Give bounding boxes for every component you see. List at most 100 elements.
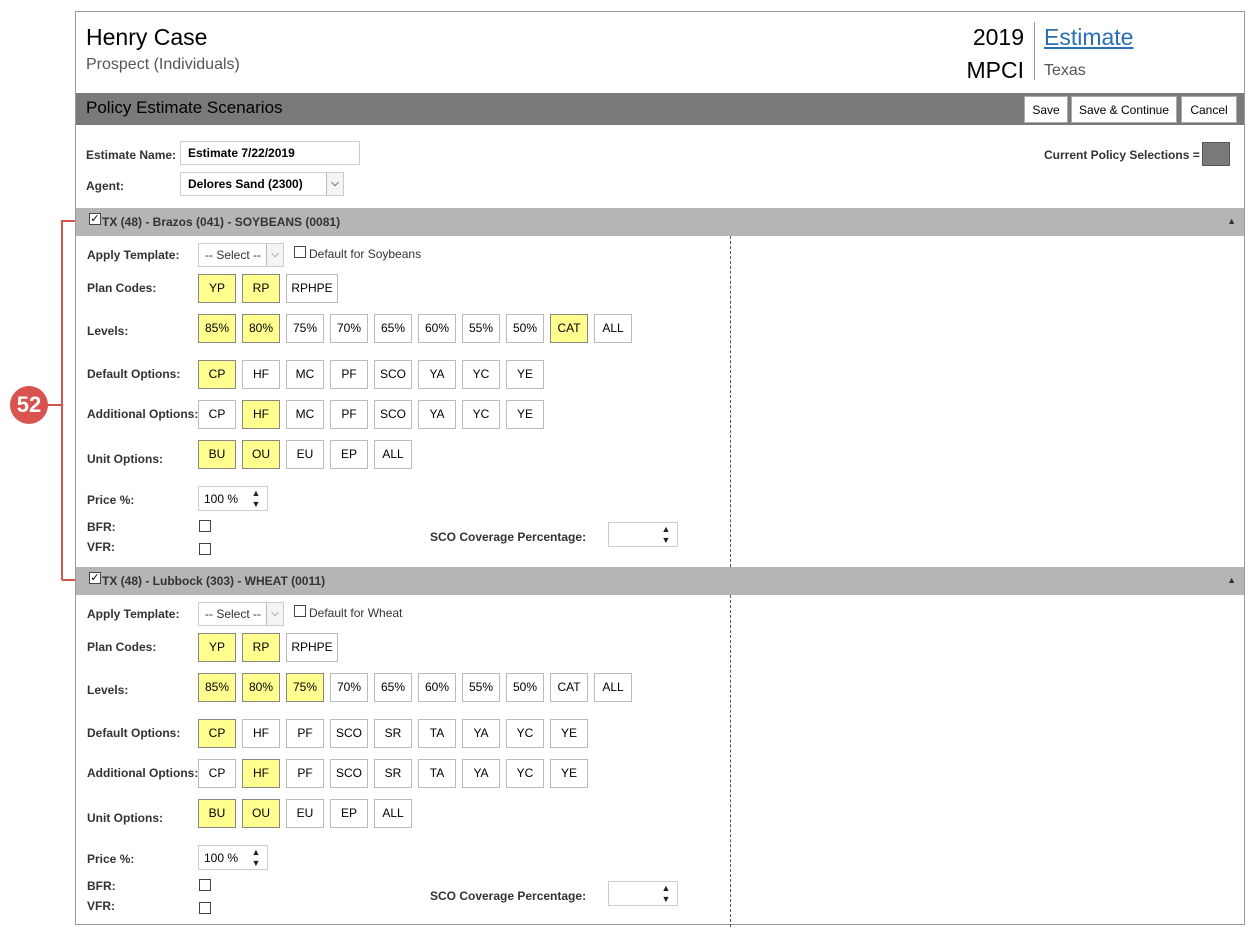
level-button[interactable]: CAT <box>550 314 588 343</box>
default-option-button[interactable]: PF <box>330 360 368 389</box>
template-select[interactable]: -- Select -- ⌵ <box>198 243 284 267</box>
bfr-checkbox[interactable] <box>199 879 211 891</box>
level-button[interactable]: 60% <box>418 673 456 702</box>
additional-option-button[interactable]: CP <box>198 759 236 788</box>
default-option-button[interactable]: YC <box>462 360 500 389</box>
unit-option-button[interactable]: BU <box>198 799 236 828</box>
default-option-button[interactable]: HF <box>242 719 280 748</box>
level-button[interactable]: 80% <box>242 314 280 343</box>
additional-option-button[interactable]: YC <box>462 400 500 429</box>
section-checkbox[interactable]: ✓ <box>89 213 101 225</box>
level-button[interactable]: 55% <box>462 673 500 702</box>
default-template-checkbox[interactable] <box>294 605 306 617</box>
additional-option-button[interactable]: HF <box>242 400 280 429</box>
plan-code-button[interactable]: YP <box>198 633 236 662</box>
save-continue-button[interactable]: Save & Continue <box>1071 96 1177 123</box>
additional-option-button[interactable]: YE <box>506 400 544 429</box>
sco-coverage-stepper[interactable]: ▲ ▼ <box>608 522 678 547</box>
level-button[interactable]: 70% <box>330 673 368 702</box>
additional-option-button[interactable]: SR <box>374 759 412 788</box>
default-option-button[interactable]: MC <box>286 360 324 389</box>
additional-option-button[interactable]: CP <box>198 400 236 429</box>
level-button[interactable]: 65% <box>374 314 412 343</box>
additional-option-button[interactable]: SCO <box>330 759 368 788</box>
plan-code-button[interactable]: RPHPE <box>286 633 338 662</box>
additional-option-button[interactable]: YA <box>418 400 456 429</box>
default-option-button[interactable]: YE <box>550 719 588 748</box>
template-select[interactable]: -- Select -- ⌵ <box>198 602 284 626</box>
additional-option-button[interactable]: YA <box>462 759 500 788</box>
chevron-down-icon: ⌵ <box>266 603 283 625</box>
additional-option-button[interactable]: SCO <box>374 400 412 429</box>
level-button[interactable]: CAT <box>550 673 588 702</box>
level-button[interactable]: 75% <box>286 314 324 343</box>
spinner-icon[interactable]: ▲ ▼ <box>655 882 677 906</box>
section-header[interactable]: ✓ TX (48) - Brazos (041) - SOYBEANS (0081… <box>76 208 1244 236</box>
plan-code-button[interactable]: RPHPE <box>286 274 338 303</box>
additional-option-button[interactable]: MC <box>286 400 324 429</box>
default-option-button[interactable]: YE <box>506 360 544 389</box>
default-option-button[interactable]: SCO <box>374 360 412 389</box>
price-stepper[interactable]: 100 % ▲ ▼ <box>198 486 268 511</box>
estimate-name-input[interactable]: Estimate 7/22/2019 <box>180 141 360 165</box>
default-option-button[interactable]: TA <box>418 719 456 748</box>
additional-option-button[interactable]: HF <box>242 759 280 788</box>
additional-option-button[interactable]: YE <box>550 759 588 788</box>
level-button[interactable]: 60% <box>418 314 456 343</box>
section-checkbox[interactable]: ✓ <box>89 572 101 584</box>
level-button[interactable]: 85% <box>198 673 236 702</box>
unit-option-button[interactable]: EP <box>330 440 368 469</box>
level-button[interactable]: ALL <box>594 314 632 343</box>
default-option-button[interactable]: HF <box>242 360 280 389</box>
additional-option-button[interactable]: TA <box>418 759 456 788</box>
default-option-button[interactable]: YC <box>506 719 544 748</box>
level-button[interactable]: 75% <box>286 673 324 702</box>
collapse-caret-icon[interactable]: ▲ <box>1227 216 1236 226</box>
plan-code-button[interactable]: RP <box>242 274 280 303</box>
spinner-icon[interactable]: ▲ ▼ <box>655 523 677 547</box>
spinner-icon[interactable]: ▲ ▼ <box>245 487 267 511</box>
level-button[interactable]: 50% <box>506 314 544 343</box>
unit-option-button[interactable]: ALL <box>374 799 412 828</box>
additional-option-button[interactable]: PF <box>286 759 324 788</box>
collapse-caret-icon[interactable]: ▲ <box>1227 575 1236 585</box>
level-button[interactable]: 50% <box>506 673 544 702</box>
default-template-checkbox[interactable] <box>294 246 306 258</box>
level-button[interactable]: 70% <box>330 314 368 343</box>
estimate-link[interactable]: Estimate <box>1044 24 1133 51</box>
save-button[interactable]: Save <box>1024 96 1068 123</box>
additional-option-button[interactable]: PF <box>330 400 368 429</box>
unit-option-button[interactable]: BU <box>198 440 236 469</box>
vfr-checkbox[interactable] <box>199 543 211 555</box>
level-button[interactable]: 65% <box>374 673 412 702</box>
default-option-button[interactable]: PF <box>286 719 324 748</box>
unit-option-button[interactable]: EU <box>286 799 324 828</box>
default-option-button[interactable]: CP <box>198 719 236 748</box>
default-option-button[interactable]: SCO <box>330 719 368 748</box>
price-stepper[interactable]: 100 % ▲ ▼ <box>198 845 268 870</box>
level-button[interactable]: 80% <box>242 673 280 702</box>
bfr-checkbox[interactable] <box>199 520 211 532</box>
default-option-button[interactable]: SR <box>374 719 412 748</box>
cancel-button[interactable]: Cancel <box>1181 96 1237 123</box>
sco-coverage-stepper[interactable]: ▲ ▼ <box>608 881 678 906</box>
default-option-button[interactable]: YA <box>418 360 456 389</box>
level-button[interactable]: 55% <box>462 314 500 343</box>
unit-option-button[interactable]: EU <box>286 440 324 469</box>
agent-select[interactable]: Delores Sand (2300) ⌵ <box>180 172 344 196</box>
default-option-button[interactable]: YA <box>462 719 500 748</box>
unit-option-button[interactable]: EP <box>330 799 368 828</box>
additional-option-button[interactable]: YC <box>506 759 544 788</box>
vfr-checkbox[interactable] <box>199 902 211 914</box>
unit-option-button[interactable]: OU <box>242 440 280 469</box>
agent-label: Agent: <box>86 179 124 193</box>
spinner-icon[interactable]: ▲ ▼ <box>245 846 267 870</box>
level-button[interactable]: ALL <box>594 673 632 702</box>
section-header[interactable]: ✓ TX (48) - Lubbock (303) - WHEAT (0011) ▲ <box>76 567 1244 595</box>
level-button[interactable]: 85% <box>198 314 236 343</box>
plan-code-button[interactable]: RP <box>242 633 280 662</box>
default-option-button[interactable]: CP <box>198 360 236 389</box>
unit-option-button[interactable]: ALL <box>374 440 412 469</box>
unit-option-button[interactable]: OU <box>242 799 280 828</box>
plan-code-button[interactable]: YP <box>198 274 236 303</box>
